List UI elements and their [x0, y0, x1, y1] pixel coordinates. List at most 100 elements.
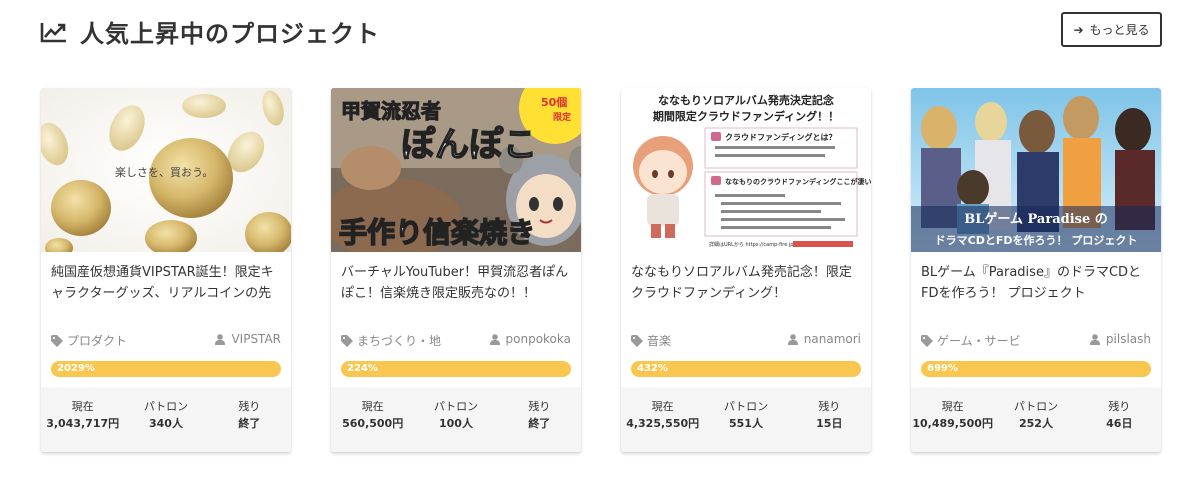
stat-current-value: 560,500円 [342, 417, 404, 430]
category-label: 音楽 [647, 334, 672, 348]
stat-current: 現在 4,325,550円 [621, 387, 704, 452]
stat-current-label: 現在 [361, 400, 384, 413]
project-title[interactable]: ななもりソロアルバム発売記念！限定クラウドファンディング！ [631, 262, 863, 306]
owner-name: nanamori [803, 332, 861, 346]
stat-current-label: 現在 [71, 400, 94, 413]
stat-remaining-label: 残り [818, 400, 841, 413]
category-link[interactable]: 音楽 [631, 332, 671, 349]
project-stats: 現在 4,325,550円 パトロン 551人 残り 15日 [621, 387, 871, 452]
stat-remaining-label: 残り [238, 400, 261, 413]
stat-patrons-value: 252人 [1019, 417, 1053, 430]
project-meta: 音楽 nanamori [631, 332, 861, 350]
ponpoko-illustration: 50個 限定 甲賀流忍者 ぽんぽこ 手作り信楽焼き [331, 88, 581, 252]
progress-percent: 2029% [57, 363, 95, 374]
project-card[interactable]: BLゲーム Paradise の ドラマCDとFDを作ろう！ プロジェクト BL… [911, 88, 1161, 452]
project-card[interactable]: 50個 限定 甲賀流忍者 ぽんぽこ 手作り信楽焼き バーチャルYouTuber！… [331, 88, 581, 452]
image-q1: クラウドファンディングとは？ [725, 132, 836, 142]
progress-bar: 2029% [51, 361, 281, 377]
project-image[interactable]: ななもりソロアルバム発売決定記念 期間限定クラウドファンディング！！ クラウドフ… [621, 88, 871, 252]
project-stats: 現在 560,500円 パトロン 100人 残り 終了 [331, 387, 581, 452]
badge-text-2: 限定 [553, 111, 572, 123]
stat-remaining-value: 46日 [1106, 417, 1133, 430]
project-card[interactable]: ななもりソロアルバム発売決定記念 期間限定クラウドファンディング！！ クラウドフ… [621, 88, 871, 452]
project-title[interactable]: バーチャルYouTuber！甲賀流忍者ぽんぽこ！信楽焼き限定販売なの！！ [341, 262, 573, 306]
progress-percent: 699% [927, 363, 958, 374]
user-icon [787, 333, 798, 345]
project-meta: プロダクト VIPSTAR [51, 332, 281, 350]
tag-icon [51, 334, 63, 347]
arrow-right-icon: ➔ [1073, 22, 1084, 37]
more-button[interactable]: ➔ もっと見る [1061, 12, 1162, 47]
category-link[interactable]: プロダクト [51, 332, 127, 349]
stat-remaining: 残り 終了 [498, 387, 581, 452]
stat-patrons: パトロン 551人 [704, 387, 787, 452]
owner-link[interactable]: nanamori [787, 332, 861, 346]
stat-current-value: 10,489,500円 [912, 417, 993, 430]
category-link[interactable]: ゲーム・サービ [921, 332, 1021, 349]
user-icon [1089, 333, 1100, 345]
project-card[interactable]: 楽しさを、買おう。 純国産仮想通貨VIPSTAR誕生！限定キャラクターグッズ、リ… [41, 88, 291, 452]
stat-current: 現在 10,489,500円 [911, 387, 994, 452]
image-line-1: BLゲーム Paradise の [964, 211, 1108, 227]
stat-current-value: 3,043,717円 [46, 417, 120, 430]
tag-icon [631, 334, 643, 347]
stat-remaining-value: 終了 [238, 417, 261, 430]
owner-link[interactable]: VIPSTAR [215, 332, 281, 346]
stat-patrons: パトロン 340人 [124, 387, 207, 452]
stat-patrons: パトロン 252人 [994, 387, 1077, 452]
progress-bar: 699% [921, 361, 1151, 377]
project-image[interactable]: 50個 限定 甲賀流忍者 ぽんぽこ 手作り信楽焼き [331, 88, 581, 252]
stat-remaining: 残り 46日 [1078, 387, 1161, 452]
stat-patrons: パトロン 100人 [414, 387, 497, 452]
trending-up-icon [40, 22, 66, 42]
stat-remaining-value: 15日 [816, 417, 843, 430]
section-title-wrap: 人気上昇中のプロジェクト [40, 14, 380, 49]
stat-patrons-value: 340人 [149, 417, 183, 430]
stat-patrons-value: 551人 [729, 417, 763, 430]
progress-bar: 224% [341, 361, 571, 377]
owner-link[interactable]: ponpokoka [489, 332, 571, 346]
project-meta: ゲーム・サービ pilslash [921, 332, 1151, 350]
image-q2: ななもりのクラウドファンディングここが凄い！ [725, 177, 871, 186]
project-stats: 現在 10,489,500円 パトロン 252人 残り 46日 [911, 387, 1161, 452]
stat-remaining: 残り 終了 [208, 387, 291, 452]
stat-current: 現在 560,500円 [331, 387, 414, 452]
project-image[interactable]: 楽しさを、買おう。 [41, 88, 291, 252]
owner-name: pilslash [1105, 332, 1151, 346]
section-header: 人気上昇中のプロジェクト ➔ もっと見る [40, 12, 1162, 52]
category-label: まちづくり・地 [357, 334, 442, 348]
stat-patrons-label: パトロン [143, 400, 189, 413]
stat-patrons-label: パトロン [433, 400, 479, 413]
user-icon [489, 333, 500, 345]
category-label: ゲーム・サービ [937, 334, 1021, 348]
tag-icon [921, 334, 933, 347]
category-link[interactable]: まちづくり・地 [341, 332, 441, 349]
project-image[interactable]: BLゲーム Paradise の ドラマCDとFDを作ろう！ プロジェクト [911, 88, 1161, 252]
progress-percent: 224% [347, 363, 378, 374]
category-label: プロダクト [67, 334, 128, 348]
stat-remaining: 残り 15日 [788, 387, 871, 452]
image-url: 詳細はURLから https://camp-fire.jp [709, 241, 793, 248]
section-title: 人気上昇中のプロジェクト [80, 20, 380, 48]
image-line-2: ドラマCDとFDを作ろう！ プロジェクト [935, 233, 1138, 247]
owner-name: ponpokoka [505, 332, 571, 346]
badge-text-1: 50個 [541, 95, 567, 109]
image-heading-1: ななもりソロアルバム発売決定記念 [658, 93, 835, 107]
project-title[interactable]: 純国産仮想通貨VIPSTAR誕生！限定キャラクターグッズ、リアルコインの先行販売 [51, 262, 283, 306]
stat-remaining-label: 残り [528, 400, 551, 413]
owner-link[interactable]: pilslash [1089, 332, 1151, 346]
svg-text:手作り信楽焼き: 手作り信楽焼き [339, 216, 535, 249]
stat-patrons-value: 100人 [439, 417, 473, 430]
paradise-illustration: BLゲーム Paradise の ドラマCDとFDを作ろう！ プロジェクト [911, 88, 1161, 252]
progress-percent: 432% [637, 363, 668, 374]
user-icon [215, 333, 226, 345]
stat-current: 現在 3,043,717円 [41, 387, 124, 452]
progress-bar: 432% [631, 361, 861, 377]
project-meta: まちづくり・地 ponpokoka [341, 332, 571, 350]
stat-patrons-label: パトロン [1013, 400, 1059, 413]
image-heading-2: 期間限定クラウドファンディング！！ [653, 109, 839, 123]
svg-text:甲賀流忍者: 甲賀流忍者 [341, 99, 441, 123]
project-title[interactable]: BLゲーム『Paradise』のドラマCDとFDを作ろう！ プロジェクト [921, 262, 1153, 306]
image-caption: 楽しさを、買おう。 [115, 166, 213, 179]
nanamori-illustration: ななもりソロアルバム発売決定記念 期間限定クラウドファンディング！！ クラウドフ… [621, 88, 871, 252]
